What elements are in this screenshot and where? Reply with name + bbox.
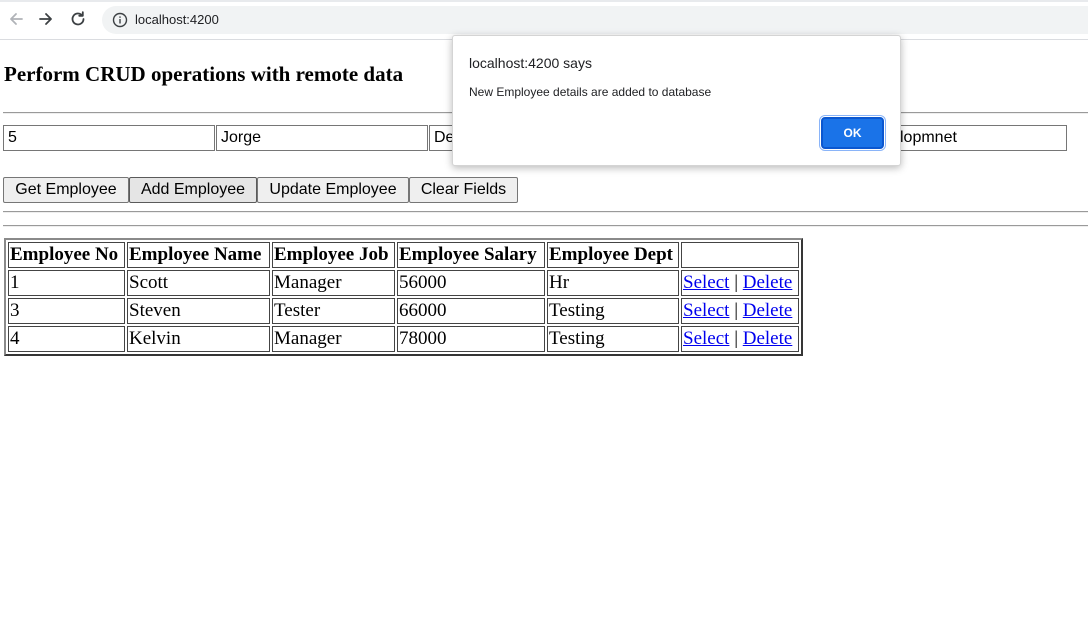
- dialog-message: New Employee details are added to databa…: [469, 85, 712, 99]
- reload-button[interactable]: [67, 8, 89, 30]
- back-button[interactable]: [5, 8, 27, 30]
- table-row: 3 Steven Tester 66000 Testing Select | D…: [8, 298, 799, 324]
- back-arrow-icon: [10, 13, 23, 25]
- cell-employee-job: Manager: [272, 270, 395, 296]
- tab-strip-edge: [0, 0, 1088, 2]
- header-employee-dept: Employee Dept: [547, 242, 679, 268]
- table-header-row: Employee No Employee Name Employee Job E…: [8, 242, 799, 268]
- select-link[interactable]: Select: [683, 300, 729, 321]
- cell-employee-job: Manager: [272, 326, 395, 352]
- cell-employee-dept: Hr: [547, 270, 679, 296]
- alert-dialog: localhost:4200 says New Employee details…: [452, 35, 901, 166]
- delete-link[interactable]: Delete: [743, 300, 793, 321]
- cell-employee-job: Tester: [272, 298, 395, 324]
- add-employee-button[interactable]: Add Employee: [129, 177, 257, 203]
- header-actions: [681, 242, 799, 268]
- forward-arrow-icon: [39, 13, 52, 25]
- header-employee-job: Employee Job: [272, 242, 395, 268]
- get-employee-button[interactable]: Get Employee: [3, 177, 129, 203]
- dialog-ok-button[interactable]: OK: [819, 115, 886, 151]
- browser-toolbar: localhost:4200: [0, 0, 1088, 40]
- clear-fields-button[interactable]: Clear Fields: [409, 177, 518, 203]
- update-employee-button[interactable]: Update Employee: [257, 177, 409, 203]
- dialog-title: localhost:4200 says: [469, 55, 592, 71]
- employee-table: Employee No Employee Name Employee Job E…: [4, 238, 803, 356]
- cell-employee-name: Kelvin: [127, 326, 270, 352]
- cell-actions: Select | Delete: [681, 326, 799, 352]
- cell-employee-no: 3: [8, 298, 125, 324]
- select-link[interactable]: Select: [683, 272, 729, 293]
- address-bar[interactable]: localhost:4200: [102, 6, 1088, 34]
- reload-icon: [71, 11, 85, 26]
- cell-employee-no: 4: [8, 326, 125, 352]
- info-icon[interactable]: [112, 12, 128, 28]
- cell-employee-name: Scott: [127, 270, 270, 296]
- cell-employee-salary: 56000: [397, 270, 545, 296]
- select-link[interactable]: Select: [683, 328, 729, 349]
- cell-actions: Select | Delete: [681, 298, 799, 324]
- cell-employee-name: Steven: [127, 298, 270, 324]
- divider-bottom: [3, 225, 1088, 227]
- url-text: localhost:4200: [135, 12, 219, 27]
- cell-employee-no: 1: [8, 270, 125, 296]
- table-row: 1 Scott Manager 56000 Hr Select | Delete: [8, 270, 799, 296]
- delete-link[interactable]: Delete: [743, 272, 793, 293]
- delete-link[interactable]: Delete: [743, 328, 793, 349]
- header-employee-no: Employee No: [8, 242, 125, 268]
- forward-button[interactable]: [35, 8, 57, 30]
- header-employee-salary: Employee Salary: [397, 242, 545, 268]
- table-row: 4 Kelvin Manager 78000 Testing Select | …: [8, 326, 799, 352]
- employee-no-field[interactable]: 5: [3, 125, 215, 151]
- cell-actions: Select | Delete: [681, 270, 799, 296]
- employee-name-field[interactable]: Jorge: [216, 125, 428, 151]
- divider-middle: [3, 211, 1088, 213]
- cell-employee-dept: Testing: [547, 326, 679, 352]
- cell-employee-salary: 66000: [397, 298, 545, 324]
- link-separator: |: [734, 328, 738, 349]
- link-separator: |: [734, 300, 738, 321]
- page-title: Perform CRUD operations with remote data: [4, 62, 404, 86]
- cell-employee-dept: Testing: [547, 298, 679, 324]
- cell-employee-salary: 78000: [397, 326, 545, 352]
- link-separator: |: [734, 272, 738, 293]
- header-employee-name: Employee Name: [127, 242, 270, 268]
